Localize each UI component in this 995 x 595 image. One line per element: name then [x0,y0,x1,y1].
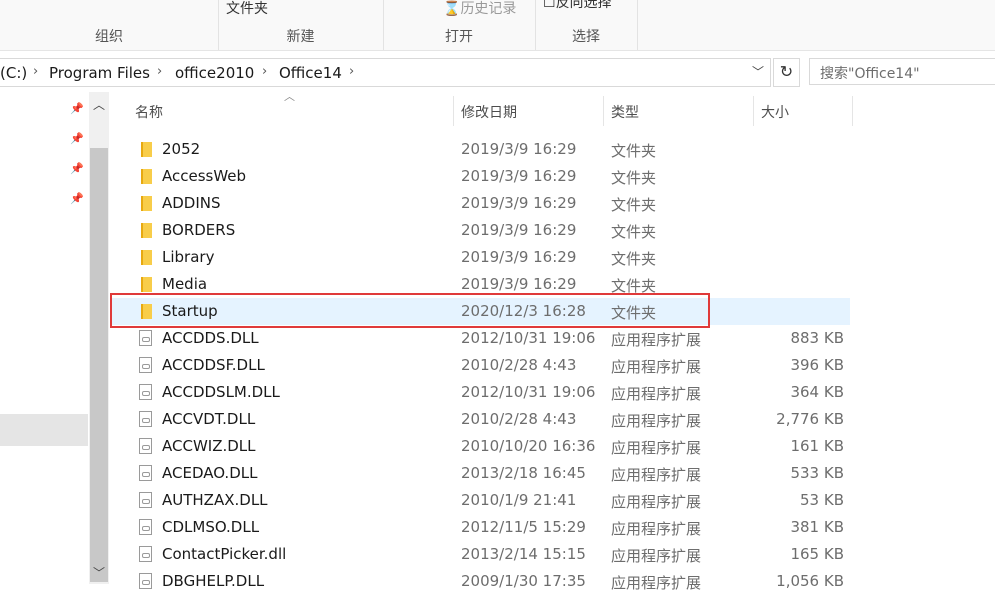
dll-file-icon [139,519,152,535]
dll-file-icon [139,546,152,562]
file-type: 应用程序扩展 [611,385,702,403]
file-row[interactable]: CDLMSO.DLL 2012/11/5 15:29 应用程序扩展 381 KB [110,514,850,541]
file-name: ACEDAO.DLL [162,464,258,482]
file-date: 2012/11/5 15:29 [461,518,586,536]
file-row[interactable]: ACEDAO.DLL 2013/2/18 16:45 应用程序扩展 533 KB [110,460,850,487]
folder-icon [141,142,152,157]
file-row[interactable]: ACCDDSF.DLL 2010/2/28 4:43 应用程序扩展 396 KB [110,352,850,379]
file-type: 应用程序扩展 [611,331,702,349]
file-date: 2013/2/14 15:15 [461,545,586,563]
file-date: 2019/3/9 16:29 [461,248,577,266]
dll-file-icon [139,465,152,481]
highlight-annotation [110,293,710,328]
file-size: 1,056 KB [776,572,844,590]
file-type: 应用程序扩展 [611,493,702,511]
file-type: 应用程序扩展 [611,574,702,592]
file-type: 应用程序扩展 [611,466,702,484]
file-name: ACCDDS.DLL [162,329,259,347]
file-date: 2010/10/20 16:36 [461,437,596,455]
file-row[interactable]: ACCDDSLM.DLL 2012/10/31 19:06 应用程序扩展 364 KB [110,379,850,406]
file-row[interactable]: ADDINS 2019/3/9 16:29 文件夹 [110,190,850,217]
file-date: 2019/3/9 16:29 [461,194,577,212]
file-type: 文件夹 [611,250,657,268]
file-row[interactable]: ACCWIZ.DLL 2010/10/20 16:36 应用程序扩展 161 KB [110,433,850,460]
dll-file-icon [139,411,152,427]
file-size: 364 KB [790,383,844,401]
file-row[interactable]: BORDERS 2019/3/9 16:29 文件夹 [110,217,850,244]
file-name: AUTHZAX.DLL [162,491,268,509]
file-name: Media [162,275,208,293]
file-row[interactable]: AUTHZAX.DLL 2010/1/9 21:41 应用程序扩展 53 KB [110,487,850,514]
file-type: 应用程序扩展 [611,439,702,457]
file-row[interactable]: 2052 2019/3/9 16:29 文件夹 [110,136,850,163]
file-name: ACCWIZ.DLL [162,437,256,455]
file-type: 应用程序扩展 [611,358,702,376]
file-name: ADDINS [162,194,221,212]
file-name: ACCDDSLM.DLL [162,383,280,401]
file-size: 883 KB [790,329,844,347]
file-type: 文件夹 [611,169,657,187]
dll-file-icon [139,438,152,454]
file-size: 533 KB [790,464,844,482]
file-name: Library [162,248,215,266]
folder-icon [141,223,152,238]
file-name: DBGHELP.DLL [162,572,265,590]
file-date: 2012/10/31 19:06 [461,383,596,401]
file-name: BORDERS [162,221,236,239]
folder-icon [141,169,152,184]
file-date: 2019/3/9 16:29 [461,221,577,239]
file-name: CDLMSO.DLL [162,518,260,536]
file-size: 396 KB [790,356,844,374]
file-date: 2009/1/30 17:35 [461,572,586,590]
file-row[interactable]: ContactPicker.dll 2013/2/14 15:15 应用程序扩展 16… [110,541,850,568]
dll-file-icon [139,384,152,400]
file-date: 2019/3/9 16:29 [461,140,577,158]
file-name: ACCDDSF.DLL [162,356,265,374]
file-name: ACCVDT.DLL [162,410,256,428]
file-type: 应用程序扩展 [611,520,702,538]
file-type: 文件夹 [611,142,657,160]
dll-file-icon [139,357,152,373]
file-row[interactable]: ACCVDT.DLL 2010/2/28 4:43 应用程序扩展 2,776 KB [110,406,850,433]
file-name: ContactPicker.dll [162,545,287,563]
file-date: 2019/3/9 16:29 [461,167,577,185]
file-date: 2012/10/31 19:06 [461,329,596,347]
file-name: AccessWeb [162,167,247,185]
file-type: 应用程序扩展 [611,547,702,565]
file-row[interactable]: Library 2019/3/9 16:29 文件夹 [110,244,850,271]
file-size: 165 KB [790,545,844,563]
folder-icon [141,277,152,292]
file-date: 2013/2/18 16:45 [461,464,586,482]
file-size: 161 KB [790,437,844,455]
dll-file-icon [139,573,152,589]
file-row[interactable]: AccessWeb 2019/3/9 16:29 文件夹 [110,163,850,190]
file-date: 2010/2/28 4:43 [461,410,577,428]
file-name: 2052 [162,140,201,158]
file-type: 文件夹 [611,196,657,214]
file-row[interactable]: DBGHELP.DLL 2009/1/30 17:35 应用程序扩展 1,056 KB [110,568,850,595]
file-row[interactable]: ACCDDS.DLL 2012/10/31 19:06 应用程序扩展 883 KB [110,325,850,352]
file-date: 2010/2/28 4:43 [461,356,577,374]
file-date: 2019/3/9 16:29 [461,275,577,293]
dll-file-icon [139,492,152,508]
file-type: 文件夹 [611,223,657,241]
file-size: 381 KB [790,518,844,536]
file-type: 应用程序扩展 [611,412,702,430]
folder-icon [141,196,152,211]
dll-file-icon [139,330,152,346]
file-size: 2,776 KB [776,410,844,428]
file-date: 2010/1/9 21:41 [461,491,577,509]
file-size: 53 KB [800,491,844,509]
folder-icon [141,250,152,265]
